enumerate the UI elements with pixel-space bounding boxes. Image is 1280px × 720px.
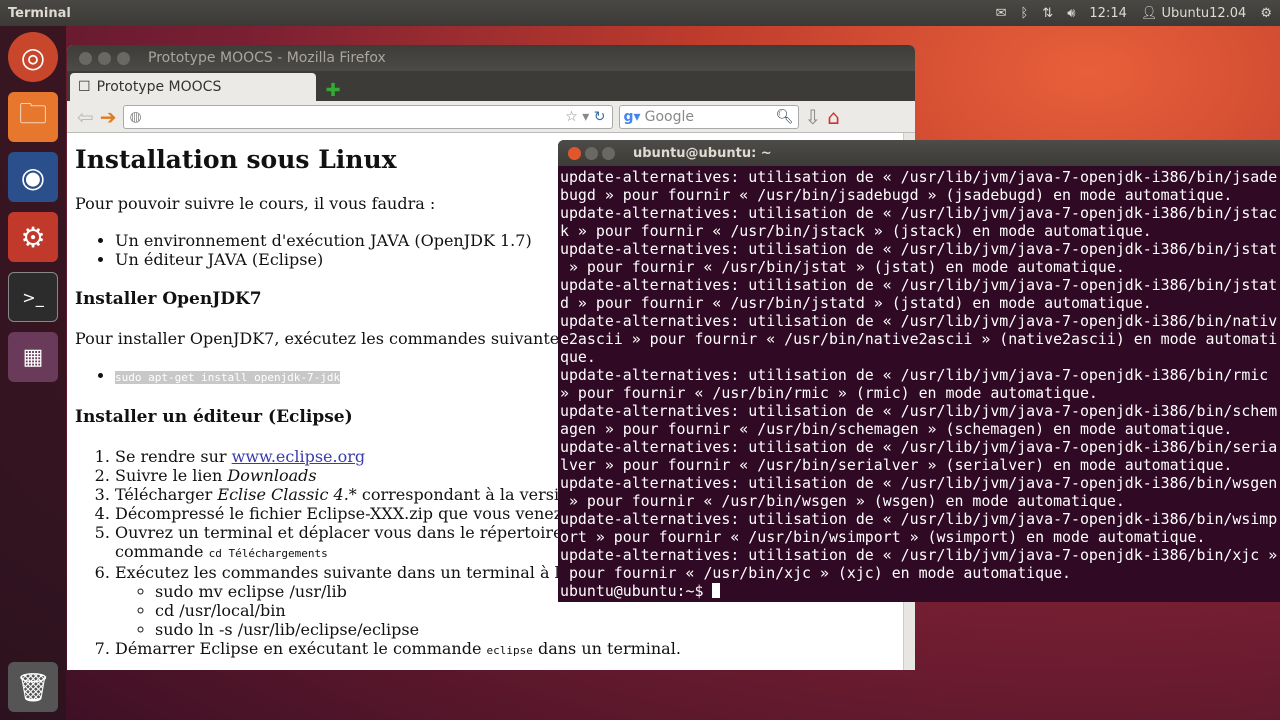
tab-label: Prototype MOOCS — [96, 79, 222, 95]
mail-icon[interactable]: ✉ — [996, 6, 1007, 21]
top-panel: Terminal ✉ ᛒ ⇅ 🔊︎ 12:14 👤︎ Ubuntu12.04 ⚙ — [0, 0, 1280, 26]
tab-bar: ☐ Prototype MOOCS ✚ — [67, 71, 915, 101]
site-identity-icon: ◍ — [129, 108, 142, 125]
terminal-output[interactable]: update-alternatives: utilisation de « /u… — [558, 166, 1280, 602]
firefox-titlebar: Prototype MOOCS - Mozilla Firefox — [67, 45, 915, 71]
files-icon[interactable]: 🗀 — [8, 92, 58, 142]
terminal-window[interactable]: ubuntu@ubuntu: ~ update-alternatives: ut… — [558, 140, 1280, 602]
google-icon[interactable]: g▾ — [624, 109, 641, 125]
active-app-title: Terminal — [8, 5, 71, 21]
volume-icon[interactable]: 🔊︎ — [1067, 6, 1075, 21]
cursor — [712, 583, 721, 598]
indicator-tray: ✉ ᛒ ⇅ 🔊︎ 12:14 👤︎ Ubuntu12.04 ⚙ — [996, 0, 1272, 26]
search-box[interactable]: g▾ Google 🔍︎ — [618, 104, 799, 129]
forward-icon[interactable]: ➔ — [100, 105, 117, 129]
user-icon: 👤︎ — [1140, 5, 1158, 21]
workspace-switcher-icon[interactable]: ▦ — [8, 332, 58, 382]
dash-ubuntu-icon[interactable]: ◎ — [8, 32, 58, 82]
minimize-button[interactable] — [585, 146, 598, 160]
window-title: Prototype MOOCS - Mozilla Firefox — [148, 50, 386, 66]
list-item: sudo ln -s /usr/lib/eclipse/eclipse — [155, 620, 895, 639]
download-icon[interactable]: ⇩ — [805, 105, 822, 129]
terminal-titlebar: ubuntu@ubuntu: ~ — [558, 140, 1280, 166]
trash-icon[interactable]: 🗑︎ — [8, 662, 58, 712]
bluetooth-icon[interactable]: ᛒ — [1020, 6, 1028, 21]
list-item: Démarrer Eclipse en exécutant le command… — [115, 639, 895, 660]
url-bar[interactable]: ◍ ☆ ▾ ↻ — [122, 104, 613, 129]
back-icon[interactable]: ⇦ — [77, 105, 94, 129]
network-icon[interactable]: ⇅ — [1042, 6, 1053, 21]
clock[interactable]: 12:14 — [1089, 6, 1126, 21]
eclipse-link[interactable]: www.eclipse.org — [232, 447, 365, 466]
page-icon: ☐ — [78, 79, 91, 95]
maximize-button[interactable] — [602, 146, 615, 160]
new-tab-button[interactable]: ✚ — [322, 81, 344, 101]
launcher: ◎ 🗀 ◉ ⚙ >_ ▦ 🗑︎ — [0, 26, 66, 720]
terminal-icon[interactable]: >_ — [8, 272, 58, 322]
navigation-toolbar: ⇦ ➔ ◍ ☆ ▾ ↻ g▾ Google 🔍︎ ⇩ ⌂ — [67, 101, 915, 133]
jdk-command: sudo apt-get install openjdk-7-jdk — [115, 371, 341, 384]
prompt: ubuntu@ubuntu:~$ — [560, 582, 713, 600]
gear-icon[interactable]: ⚙ — [1260, 6, 1272, 21]
reload-icon[interactable]: ↻ — [594, 109, 606, 125]
search-icon[interactable]: 🔍︎ — [776, 109, 794, 125]
search-placeholder: Google — [644, 108, 694, 125]
tab-prototype-moocs[interactable]: ☐ Prototype MOOCS — [70, 73, 316, 101]
settings-icon[interactable]: ⚙ — [8, 212, 58, 262]
close-button[interactable] — [79, 51, 92, 65]
maximize-button[interactable] — [117, 51, 130, 65]
user-menu[interactable]: 👤︎ Ubuntu12.04 — [1141, 6, 1246, 21]
home-icon[interactable]: ⌂ — [827, 105, 840, 129]
user-name: Ubuntu12.04 — [1161, 5, 1247, 21]
list-item: cd /usr/local/bin — [155, 601, 895, 620]
output-text: update-alternatives: utilisation de « /u… — [560, 168, 1278, 582]
close-button[interactable] — [568, 146, 581, 160]
terminal-title: ubuntu@ubuntu: ~ — [633, 145, 772, 161]
firefox-icon[interactable]: ◉ — [8, 152, 58, 202]
minimize-button[interactable] — [98, 51, 111, 65]
bookmark-star-icon[interactable]: ☆ — [565, 109, 578, 125]
